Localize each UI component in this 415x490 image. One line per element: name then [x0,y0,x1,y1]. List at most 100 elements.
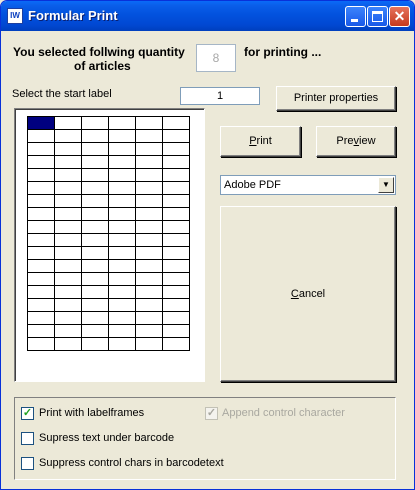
cancel-button[interactable]: Cancel [220,206,396,382]
label-cell[interactable] [135,272,163,286]
label-cell[interactable] [81,233,109,247]
label-cell[interactable] [27,285,55,299]
label-cell[interactable] [135,337,163,351]
label-cell[interactable] [81,168,109,182]
label-cell[interactable] [108,181,136,195]
label-cell[interactable] [108,116,136,130]
label-cell[interactable] [54,285,82,299]
label-cell[interactable] [108,337,136,351]
label-cell[interactable] [81,324,109,338]
label-cell[interactable] [162,337,190,351]
label-cell[interactable] [135,285,163,299]
label-cell[interactable] [81,337,109,351]
label-cell[interactable] [54,207,82,221]
label-cell[interactable] [108,298,136,312]
label-cell[interactable] [81,311,109,325]
label-cell[interactable] [81,142,109,156]
label-cell[interactable] [54,337,82,351]
label-cell[interactable] [162,194,190,208]
label-cell[interactable] [108,259,136,273]
title-bar[interactable]: IW Formular Print ✕ [1,1,414,31]
start-label-input[interactable]: 1 [180,87,260,105]
label-cell[interactable] [54,116,82,130]
label-cell[interactable] [27,246,55,260]
label-cell[interactable] [81,181,109,195]
label-cell[interactable] [81,116,109,130]
label-cell[interactable] [54,129,82,143]
label-cell[interactable] [108,220,136,234]
close-button[interactable]: ✕ [389,6,410,27]
label-cell[interactable] [27,259,55,273]
label-cell[interactable] [108,168,136,182]
print-button[interactable]: Print [220,126,301,157]
label-cell[interactable] [81,285,109,299]
label-cell[interactable] [108,155,136,169]
label-cell[interactable] [162,285,190,299]
label-cell[interactable] [81,272,109,286]
label-cell[interactable] [27,155,55,169]
label-cell[interactable] [162,233,190,247]
label-cell[interactable] [81,129,109,143]
label-cell[interactable] [54,168,82,182]
label-cell[interactable] [27,272,55,286]
label-cell[interactable] [135,207,163,221]
label-cell[interactable] [135,233,163,247]
label-cell[interactable] [108,324,136,338]
label-cell[interactable] [27,220,55,234]
printer-select[interactable]: Adobe PDF ▼ [220,175,396,195]
label-cell[interactable] [135,181,163,195]
label-cell[interactable] [27,194,55,208]
label-cell[interactable] [27,324,55,338]
label-cell[interactable] [81,246,109,260]
label-cell[interactable] [135,155,163,169]
print-labelframes-checkbox[interactable]: ✓ [21,407,34,420]
label-cell[interactable] [162,272,190,286]
label-cell[interactable] [162,168,190,182]
chevron-down-icon[interactable]: ▼ [378,177,394,193]
label-cell[interactable] [27,233,55,247]
label-cell[interactable] [27,298,55,312]
printer-properties-button[interactable]: Printer properties [276,86,396,111]
label-cell[interactable] [135,129,163,143]
label-cell[interactable] [54,155,82,169]
label-cell[interactable] [108,272,136,286]
label-cell[interactable] [81,220,109,234]
label-cell[interactable] [81,194,109,208]
label-cell[interactable] [162,181,190,195]
label-cell[interactable] [162,246,190,260]
print-form-app-icon[interactable]: IW [7,8,23,24]
label-cell[interactable] [135,298,163,312]
label-cell[interactable] [162,324,190,338]
label-cell[interactable] [54,311,82,325]
label-cell[interactable] [54,324,82,338]
label-cell[interactable] [135,220,163,234]
label-cell[interactable] [108,207,136,221]
label-cell[interactable] [27,168,55,182]
label-cell[interactable] [135,168,163,182]
label-cell[interactable] [81,155,109,169]
label-cell[interactable] [81,207,109,221]
minimize-button[interactable] [345,6,366,27]
label-cell[interactable] [27,142,55,156]
label-cell[interactable] [162,155,190,169]
maximize-button[interactable] [367,6,388,27]
label-cell[interactable] [81,298,109,312]
label-cell[interactable] [135,259,163,273]
label-cell[interactable] [54,181,82,195]
label-cell[interactable] [54,259,82,273]
label-cell[interactable] [135,142,163,156]
label-cell[interactable] [54,246,82,260]
append-control-char-checkbox[interactable]: ✓ [205,407,218,420]
label-cell[interactable] [162,259,190,273]
label-cell[interactable] [162,311,190,325]
label-cell[interactable] [162,116,190,130]
label-cell[interactable] [108,233,136,247]
supress-text-checkbox[interactable] [21,432,34,445]
label-cell[interactable] [162,298,190,312]
label-cell[interactable] [162,220,190,234]
preview-button[interactable]: Preview [316,126,396,157]
label-cell[interactable] [135,324,163,338]
label-cell[interactable] [108,129,136,143]
label-cell[interactable] [162,129,190,143]
label-cell[interactable] [54,220,82,234]
